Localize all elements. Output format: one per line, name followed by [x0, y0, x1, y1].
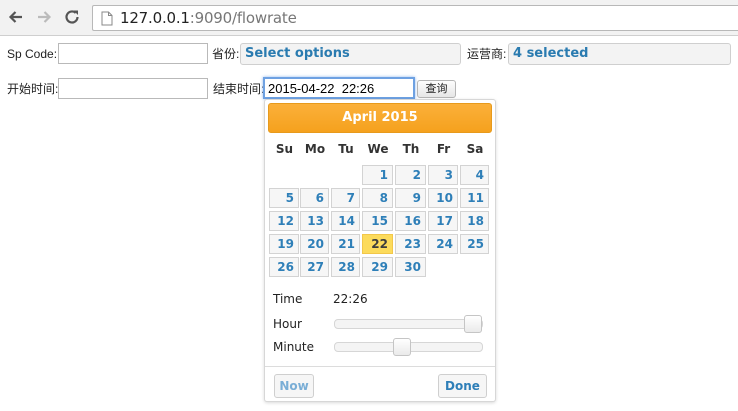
day-cell[interactable]: 24: [428, 234, 458, 254]
url-text: 127.0.0.1:9090/flowrate: [120, 10, 297, 27]
day-cell[interactable]: 23: [395, 234, 426, 254]
day-cell[interactable]: 19: [269, 234, 299, 254]
datepicker-footer: Now Done: [265, 366, 495, 401]
hour-slider-handle[interactable]: [464, 315, 482, 333]
day-cell[interactable]: 7: [331, 188, 360, 208]
reload-button[interactable]: [61, 6, 83, 28]
carrier-multiselect[interactable]: 4 selected: [508, 43, 731, 65]
end-time-input[interactable]: [263, 77, 415, 99]
time-value: 22:26: [333, 292, 368, 306]
province-multiselect[interactable]: Select options: [240, 43, 461, 65]
day-cell[interactable]: 20: [300, 234, 329, 254]
start-time-label: 开始时间:: [7, 82, 59, 96]
day-cell[interactable]: 2: [395, 165, 426, 185]
now-button[interactable]: Now: [274, 374, 314, 398]
hour-slider[interactable]: [334, 315, 483, 333]
datepicker-popup: April 2015 Su Mo Tu We Th Fr Sa 1 2 3 4 5 6 7 8 9 10 11 1…: [264, 99, 496, 402]
day-cell[interactable]: 27: [300, 257, 329, 277]
day-cell[interactable]: 29: [362, 257, 393, 277]
forward-arrow-icon: [38, 11, 52, 23]
day-cell[interactable]: 10: [428, 188, 458, 208]
weekday-header: Fr: [436, 142, 451, 156]
day-cell[interactable]: 25: [460, 234, 489, 254]
day-cell[interactable]: 14: [331, 211, 360, 231]
day-cell[interactable]: 11: [460, 188, 489, 208]
done-button[interactable]: Done: [438, 374, 487, 398]
minute-label: Minute: [273, 340, 314, 354]
day-cell[interactable]: 17: [428, 211, 458, 231]
browser-toolbar: 127.0.0.1:9090/flowrate: [0, 0, 738, 36]
day-cell[interactable]: 21: [331, 234, 360, 254]
url-path: :9090/flowrate: [189, 9, 297, 27]
query-button[interactable]: 查询: [417, 80, 456, 98]
page-icon: [101, 11, 113, 26]
day-cell[interactable]: 15: [362, 211, 393, 231]
weekday-header: Tu: [338, 142, 354, 156]
day-cell[interactable]: 12: [269, 211, 299, 231]
day-cell-selected[interactable]: 22: [362, 234, 393, 254]
carrier-label: 运营商:: [467, 47, 507, 61]
reload-icon: [65, 10, 79, 24]
start-time-input[interactable]: [58, 78, 208, 99]
day-cell[interactable]: 6: [300, 188, 329, 208]
forward-button[interactable]: [33, 6, 55, 28]
day-cell[interactable]: 8: [362, 188, 393, 208]
month-title: April 2015: [268, 103, 492, 133]
sp-code-input[interactable]: [58, 43, 208, 64]
weekday-header: Sa: [466, 142, 484, 156]
time-label: Time: [273, 292, 303, 306]
day-cell[interactable]: 13: [300, 211, 329, 231]
hour-label: Hour: [273, 317, 302, 331]
url-host: 127.0.0.1: [120, 9, 190, 27]
back-arrow-icon: [8, 11, 22, 23]
weekday-header: Th: [402, 142, 420, 156]
minute-slider[interactable]: [334, 338, 483, 356]
weekday-header: Mo: [304, 142, 326, 156]
end-time-label: 结束时间:: [213, 82, 265, 96]
day-cell[interactable]: 9: [395, 188, 426, 208]
day-cell[interactable]: 1: [362, 165, 393, 185]
province-label: 省份:: [212, 47, 240, 61]
weekday-header: We: [367, 142, 389, 156]
sp-code-label: Sp Code:: [7, 47, 58, 61]
address-bar[interactable]: 127.0.0.1:9090/flowrate: [92, 5, 738, 31]
day-cell[interactable]: 3: [428, 165, 458, 185]
day-cell[interactable]: 16: [395, 211, 426, 231]
day-cell[interactable]: 18: [460, 211, 489, 231]
day-cell[interactable]: 30: [395, 257, 426, 277]
back-button[interactable]: [5, 6, 27, 28]
day-cell[interactable]: 26: [269, 257, 299, 277]
weekday-header: Su: [275, 142, 294, 156]
day-cell[interactable]: 5: [269, 188, 299, 208]
minute-slider-handle[interactable]: [393, 338, 411, 356]
day-cell[interactable]: 4: [460, 165, 489, 185]
day-cell[interactable]: 28: [331, 257, 360, 277]
